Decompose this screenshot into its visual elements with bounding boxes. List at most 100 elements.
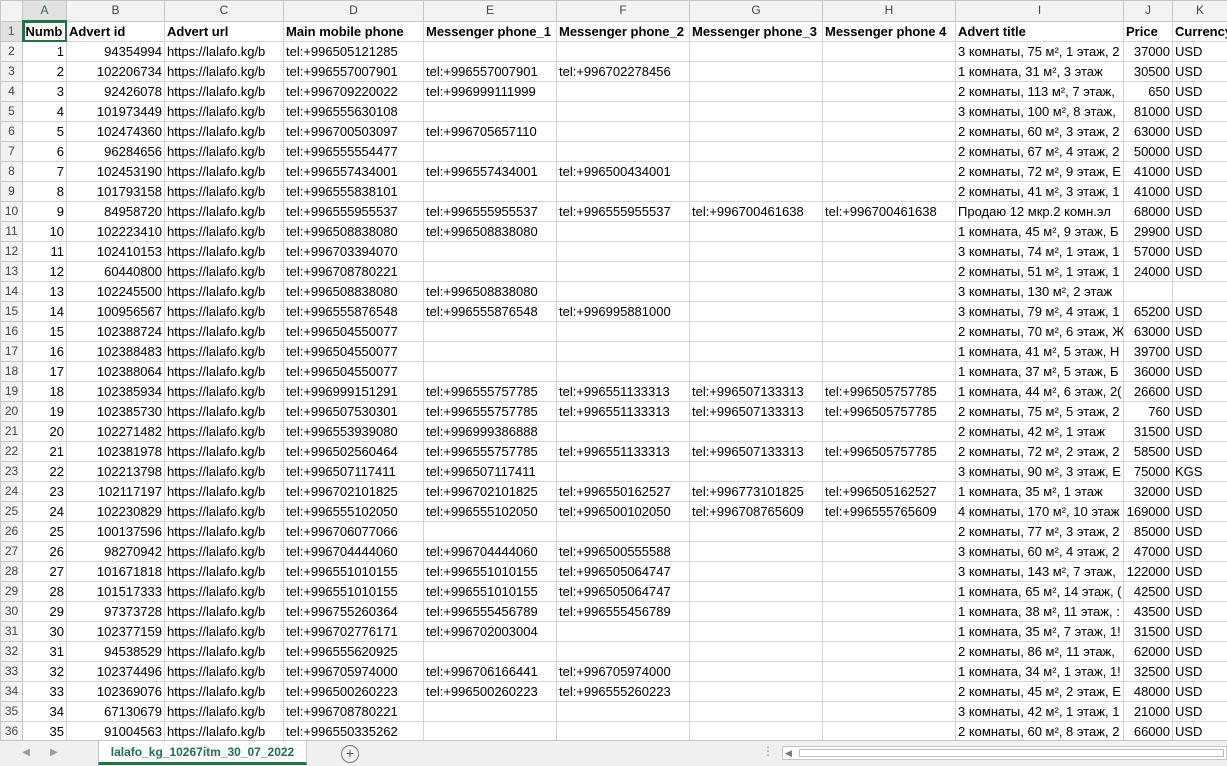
grid-cell[interactable]: tel:+996555456789 (424, 602, 557, 622)
grid-cell[interactable]: https://lalafo.kg/b (165, 422, 284, 442)
grid-cell[interactable] (557, 702, 690, 722)
grid-cell[interactable]: 25 (23, 522, 67, 542)
grid-cell[interactable]: https://lalafo.kg/b (165, 102, 284, 122)
more-options-icon[interactable]: ⋮ (762, 744, 775, 758)
grid-cell[interactable]: https://lalafo.kg/b (165, 142, 284, 162)
grid-cell[interactable]: https://lalafo.kg/b (165, 62, 284, 82)
grid-cell[interactable]: 29900 (1124, 222, 1173, 242)
row-header[interactable]: 2 (1, 42, 23, 62)
grid-cell[interactable] (823, 102, 956, 122)
grid-cell[interactable] (690, 82, 823, 102)
grid-cell[interactable]: tel:+996555876548 (424, 302, 557, 322)
grid-cell[interactable] (1124, 282, 1173, 302)
grid-cell[interactable]: 3 комнаты, 74 м², 1 этаж, 1 (956, 242, 1124, 262)
grid-cell[interactable]: 1 комната, 35 м², 1 этаж (956, 482, 1124, 502)
grid-cell[interactable]: 102474360 (67, 122, 165, 142)
grid-cell[interactable]: tel:+996555876548 (284, 302, 424, 322)
grid-cell[interactable] (823, 582, 956, 602)
grid-cell[interactable] (557, 282, 690, 302)
grid-cell[interactable]: 81000 (1124, 102, 1173, 122)
grid-cell[interactable]: 15 (23, 322, 67, 342)
grid-cell[interactable]: https://lalafo.kg/b (165, 222, 284, 242)
grid-cell[interactable]: 102245500 (67, 282, 165, 302)
grid-cell[interactable]: tel:+996700503097 (284, 122, 424, 142)
grid-cell[interactable]: 102381978 (67, 442, 165, 462)
row-header[interactable]: 34 (1, 682, 23, 702)
grid-cell[interactable]: https://lalafo.kg/b (165, 562, 284, 582)
grid-cell[interactable]: 7 (23, 162, 67, 182)
grid-cell[interactable]: 92426078 (67, 82, 165, 102)
grid-cell[interactable] (823, 282, 956, 302)
grid-cell[interactable]: tel:+996551010155 (424, 562, 557, 582)
grid-cell[interactable] (690, 262, 823, 282)
select-all-corner[interactable] (1, 1, 23, 22)
grid-cell[interactable]: 10 (23, 222, 67, 242)
row-header[interactable]: 9 (1, 182, 23, 202)
column-header-d[interactable]: D (284, 1, 424, 22)
grid-cell[interactable]: 2 (23, 62, 67, 82)
grid-cell[interactable] (557, 522, 690, 542)
scrollbar-thumb[interactable] (799, 749, 1224, 757)
grid-cell[interactable]: 1 комната, 44 м², 6 этаж, 2( (956, 382, 1124, 402)
header-cell-messenger-4[interactable]: Messenger phone 4 (823, 21, 956, 42)
grid-cell[interactable]: USD (1173, 542, 1227, 562)
grid-cell[interactable]: tel:+996708765609 (690, 502, 823, 522)
grid-cell[interactable]: USD (1173, 702, 1227, 722)
grid-cell[interactable]: https://lalafo.kg/b (165, 202, 284, 222)
grid-cell[interactable]: https://lalafo.kg/b (165, 242, 284, 262)
grid-cell[interactable] (557, 342, 690, 362)
grid-cell[interactable]: tel:+996555757785 (424, 382, 557, 402)
grid-cell[interactable] (557, 462, 690, 482)
grid-cell[interactable]: tel:+996555955537 (557, 202, 690, 222)
grid-cell[interactable] (557, 222, 690, 242)
grid-cell[interactable]: https://lalafo.kg/b (165, 542, 284, 562)
grid-cell[interactable]: tel:+996555260223 (557, 682, 690, 702)
grid-cell[interactable]: 24 (23, 502, 67, 522)
grid-cell[interactable] (690, 302, 823, 322)
grid-cell[interactable]: USD (1173, 442, 1227, 462)
grid-cell[interactable]: 31500 (1124, 622, 1173, 642)
grid-cell[interactable]: tel:+996508838080 (424, 282, 557, 302)
grid-cell[interactable] (823, 262, 956, 282)
grid-cell[interactable]: 85000 (1124, 522, 1173, 542)
grid-cell[interactable]: tel:+996502560464 (284, 442, 424, 462)
grid-cell[interactable]: 27 (23, 562, 67, 582)
grid-cell[interactable] (823, 162, 956, 182)
grid-cell[interactable]: 28 (23, 582, 67, 602)
grid-cell[interactable] (823, 422, 956, 442)
grid-cell[interactable]: 102213798 (67, 462, 165, 482)
grid-cell[interactable]: tel:+996555102050 (284, 502, 424, 522)
row-header[interactable]: 24 (1, 482, 23, 502)
grid-cell[interactable]: USD (1173, 102, 1227, 122)
grid-cell[interactable] (823, 122, 956, 142)
grid-cell[interactable] (557, 722, 690, 741)
grid-cell[interactable]: USD (1173, 242, 1227, 262)
grid-cell[interactable]: 169000 (1124, 502, 1173, 522)
grid-cell[interactable]: tel:+996550335262 (284, 722, 424, 741)
grid-cell[interactable]: 41000 (1124, 182, 1173, 202)
row-header[interactable]: 28 (1, 562, 23, 582)
grid-cell[interactable]: https://lalafo.kg/b (165, 322, 284, 342)
grid-cell[interactable] (557, 322, 690, 342)
grid-cell[interactable]: 2 комнаты, 45 м², 2 этаж, Е (956, 682, 1124, 702)
row-header[interactable]: 23 (1, 462, 23, 482)
grid-cell[interactable]: USD (1173, 302, 1227, 322)
grid-cell[interactable]: 100956567 (67, 302, 165, 322)
grid-cell[interactable]: https://lalafo.kg/b (165, 302, 284, 322)
grid-cell[interactable] (823, 362, 956, 382)
grid-cell[interactable]: tel:+996755260364 (284, 602, 424, 622)
grid-cell[interactable]: tel:+996505757785 (823, 402, 956, 422)
grid-cell[interactable] (690, 542, 823, 562)
grid-cell[interactable]: tel:+996507133313 (690, 402, 823, 422)
column-header-g[interactable]: G (690, 1, 823, 22)
grid-cell[interactable]: tel:+996505162527 (823, 482, 956, 502)
grid-cell[interactable]: 37000 (1124, 42, 1173, 62)
grid-cell[interactable]: 21000 (1124, 702, 1173, 722)
grid-cell[interactable]: tel:+996702776171 (284, 622, 424, 642)
grid-cell[interactable]: USD (1173, 162, 1227, 182)
grid-cell[interactable] (823, 82, 956, 102)
grid-cell[interactable] (690, 622, 823, 642)
header-cell-advert-title[interactable]: Advert title (956, 21, 1124, 42)
grid-cell[interactable]: 102223410 (67, 222, 165, 242)
grid-cell[interactable]: tel:+996555955537 (284, 202, 424, 222)
